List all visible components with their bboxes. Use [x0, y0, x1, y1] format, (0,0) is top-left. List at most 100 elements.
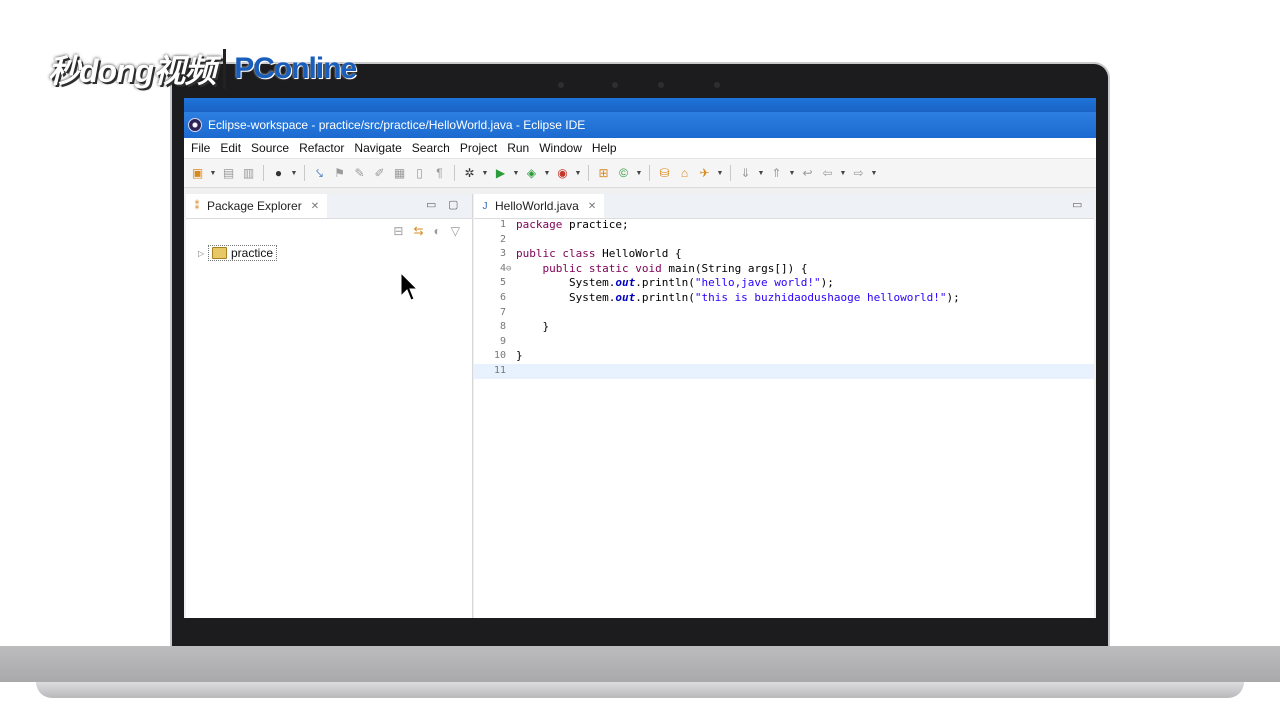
watermark-brand-pc: PConline [234, 52, 357, 85]
expand-icon[interactable]: ▷ [198, 249, 208, 258]
code-line[interactable]: 5 System.out.println("hello,jave world!"… [474, 276, 1094, 291]
focus-icon[interactable]: ◐ [434, 224, 441, 238]
back-icon[interactable]: ⇦ [820, 166, 835, 181]
menu-project[interactable]: Project [455, 141, 502, 155]
pilcrow-icon[interactable]: ¶ [432, 166, 447, 181]
tab-package-explorer[interactable]: ⁑ Package Explorer ✕ [186, 194, 328, 218]
java-file-icon: J [482, 200, 488, 212]
menu-search[interactable]: Search [407, 141, 455, 155]
line-number: 2 [499, 233, 506, 245]
save-all-icon[interactable]: ▥ [241, 166, 256, 181]
toolbar-separator [649, 165, 650, 181]
perspective-icon[interactable]: ● [271, 166, 286, 181]
code-editor[interactable]: 1 package practice; 2 3 public class HelloWo… [474, 218, 1094, 618]
tab-hello-world-java[interactable]: J HelloWorld.java ✕ [474, 194, 605, 218]
view-menu-icon[interactable]: ▽ [451, 224, 460, 238]
screen: Eclipse-workspace - practice/src/practic… [184, 98, 1096, 618]
tree-label-box[interactable]: practice [208, 245, 278, 261]
code-line[interactable]: 9 [474, 335, 1094, 350]
menu-navigate[interactable]: Navigate [349, 141, 406, 155]
code-line[interactable]: 11 [474, 363, 1094, 379]
mark-occurrences-icon[interactable]: ✎ [352, 166, 367, 181]
line-number: 8 [499, 321, 506, 333]
new-java-package-icon[interactable]: ⊞ [596, 166, 611, 181]
code-line[interactable]: 2 [474, 233, 1094, 248]
code-text: } [516, 349, 523, 363]
block-selection-icon[interactable]: ✐ [372, 166, 387, 181]
code-line[interactable]: 7 [474, 306, 1094, 321]
new-class-dropdown-icon[interactable]: ▼ [636, 166, 643, 181]
new-icon[interactable]: ▣ [190, 166, 205, 181]
code-line[interactable]: 4 ⊖ public static void main(String args[]… [474, 262, 1094, 277]
minimize-icon[interactable]: ▭ [426, 198, 436, 211]
new-java-class-icon[interactable]: © [616, 166, 631, 181]
code-line[interactable]: 10} [474, 349, 1094, 364]
skip-breakpoints-icon[interactable]: ⤥ [312, 166, 327, 181]
close-icon[interactable]: ✕ [588, 201, 596, 212]
coverage-icon[interactable]: ◈ [524, 166, 539, 181]
previous-annotation-icon[interactable]: ⇑ [769, 166, 784, 181]
code-line[interactable]: 1 package practice; [474, 218, 1094, 233]
coverage-dropdown-icon[interactable]: ▼ [544, 166, 551, 181]
camera-sensor [558, 82, 564, 88]
save-icon[interactable]: ▤ [221, 166, 236, 181]
camera-sensor [658, 82, 664, 88]
title-bar[interactable]: Eclipse-workspace - practice/src/practic… [184, 112, 1096, 138]
close-icon[interactable]: ✕ [311, 201, 319, 212]
search-launch-icon[interactable]: ✈ [697, 166, 712, 181]
last-edit-location-icon[interactable]: ↩ [800, 166, 815, 181]
forward-dropdown-icon[interactable]: ▼ [871, 166, 878, 181]
menu-run[interactable]: Run [502, 141, 534, 155]
menu-source[interactable]: Source [246, 141, 294, 155]
code-line[interactable]: 3 public class HelloWorld { [474, 247, 1094, 262]
desktop-strip [184, 98, 1096, 112]
line-number: 9 [499, 335, 506, 347]
line-number: 3 [499, 248, 506, 260]
collapse-all-icon[interactable]: ⊟ [393, 224, 403, 238]
run-dropdown-icon[interactable]: ▼ [513, 166, 520, 181]
search-dropdown-icon[interactable]: ▼ [717, 166, 724, 181]
line-number: 10 [493, 350, 506, 362]
project-label: practice [231, 246, 274, 260]
external-tools-icon[interactable]: ◉ [555, 166, 570, 181]
window-title: Eclipse-workspace - practice/src/practic… [208, 118, 586, 132]
next-annotation-icon[interactable]: ⇓ [738, 166, 753, 181]
open-type-icon[interactable]: ⛁ [657, 166, 672, 181]
menu-edit[interactable]: Edit [215, 141, 246, 155]
debug-dropdown-icon[interactable]: ▼ [482, 166, 489, 181]
run-icon[interactable]: ▶ [493, 166, 508, 181]
open-folder-icon[interactable]: ⌂ [677, 166, 692, 181]
code-line[interactable]: 8 } [474, 320, 1094, 335]
toolbar-separator [304, 165, 305, 181]
toggle-breadcrumb-icon[interactable]: ⚑ [332, 166, 347, 181]
code-line[interactable]: 6 System.out.println("this is buzhidaodu… [474, 291, 1094, 306]
laptop-deck [36, 682, 1244, 698]
minimize-icon[interactable]: ▭ [1072, 198, 1082, 211]
show-whitespace-icon[interactable]: ▯ [412, 166, 427, 181]
perspective-dropdown-icon[interactable]: ▼ [291, 166, 298, 181]
package-explorer-toolbar: ⊟ ⇆ ◐ ▽ [186, 219, 472, 243]
tree-item-practice[interactable]: ▷ practice [186, 243, 472, 263]
forward-icon[interactable]: ⇨ [851, 166, 866, 181]
code-text: public class HelloWorld { [516, 247, 682, 261]
watermark-divider [223, 49, 227, 89]
menu-refactor[interactable]: Refactor [294, 141, 349, 155]
back-dropdown-icon[interactable]: ▼ [840, 166, 847, 181]
editor-tab-bar: J HelloWorld.java ✕ ▭ [474, 194, 1094, 219]
tab-label: Package Explorer [207, 199, 302, 213]
next-annotation-dropdown-icon[interactable]: ▼ [758, 166, 765, 181]
menu-window[interactable]: Window [534, 141, 587, 155]
link-with-editor-icon[interactable]: ⇆ [413, 224, 423, 238]
word-wrap-icon[interactable]: ▦ [392, 166, 407, 181]
maximize-icon[interactable]: ▢ [448, 198, 458, 211]
debug-icon[interactable]: ✲ [462, 166, 477, 181]
menu-help[interactable]: Help [587, 141, 622, 155]
workbench-area: ⁑ Package Explorer ✕ ▭ ▢ ⊟ ⇆ ◐ ▽ ▷ pract… [184, 194, 1096, 618]
new-dropdown-icon[interactable]: ▼ [210, 166, 217, 181]
toolbar-separator [588, 165, 589, 181]
fold-collapse-icon[interactable]: ⊖ [506, 262, 511, 277]
laptop-base [0, 646, 1280, 682]
external-tools-dropdown-icon[interactable]: ▼ [575, 166, 582, 181]
previous-annotation-dropdown-icon[interactable]: ▼ [789, 166, 796, 181]
menu-file[interactable]: File [186, 141, 215, 155]
